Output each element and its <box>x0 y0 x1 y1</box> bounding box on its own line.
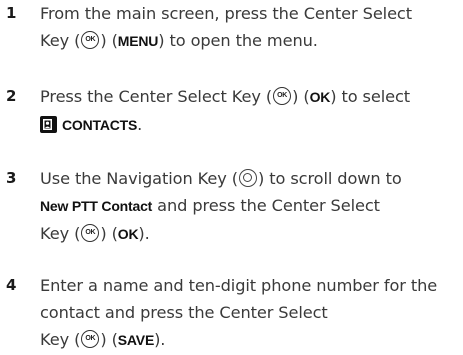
step-text-segment: ) to open the menu. <box>158 31 318 50</box>
step-text-segment: Press the Center Select Key ( <box>40 87 273 106</box>
step-text-segment: . <box>137 115 143 134</box>
step-text-segment: ) ( <box>100 31 118 50</box>
step-text-segment: ). <box>138 224 150 243</box>
step-number: 3 <box>6 169 17 187</box>
step-text-segment: ) to scroll down to <box>257 169 402 188</box>
step-number: 4 <box>6 276 17 294</box>
step-text-segment: Key ( <box>40 330 81 349</box>
step-number: 1 <box>6 4 17 22</box>
key-icon-label: OK <box>85 335 96 342</box>
center-select-key-icon: OK <box>81 330 100 348</box>
softkey-label-save: SAVE <box>117 332 155 348</box>
contacts-icon <box>40 116 57 133</box>
step-text: Enter a name and ten-digit phone number … <box>40 272 460 354</box>
center-select-key-icon: OK <box>81 224 100 242</box>
navigation-key-icon <box>238 169 257 187</box>
step-text: From the main screen, press the Center S… <box>40 0 460 55</box>
key-icon-label: OK <box>85 36 96 43</box>
menu-item-contacts: CONTACTS <box>62 117 138 133</box>
step-text-segment: Enter a name and ten-digit phone number … <box>40 276 438 295</box>
step-text-segment: Key ( <box>40 31 81 50</box>
step-text-segment: contact and press the Center Select <box>40 303 328 322</box>
softkey-label-ok: OK <box>309 89 331 105</box>
step-text: Use the Navigation Key ( ) to scroll down… <box>40 165 460 248</box>
step-text-segment: ). <box>154 330 166 349</box>
step-text-segment: ) to select <box>330 87 411 106</box>
softkey-label-menu: MENU <box>117 33 159 49</box>
step-number: 2 <box>6 87 17 105</box>
key-icon-label: OK <box>85 229 96 236</box>
step-text-segment: ) ( <box>292 87 310 106</box>
key-icon-label: OK <box>277 92 288 99</box>
step-text-segment: Key ( <box>40 224 81 243</box>
step-text-segment: ) ( <box>100 330 118 349</box>
step-text-segment: Use the Navigation Key ( <box>40 169 238 188</box>
center-select-key-icon: OK <box>273 87 292 105</box>
step-text: Press the Center Select Key (OK) (OK) to… <box>40 83 460 139</box>
step-text-segment: ) ( <box>100 224 118 243</box>
softkey-label-ok: OK <box>117 226 139 242</box>
center-select-key-icon: OK <box>81 31 100 49</box>
step-text-segment: and press the Center Select <box>152 196 380 215</box>
menu-item-new-ptt-contact: New PTT Contact <box>40 198 153 214</box>
step-text-segment: From the main screen, press the Center S… <box>40 4 412 23</box>
